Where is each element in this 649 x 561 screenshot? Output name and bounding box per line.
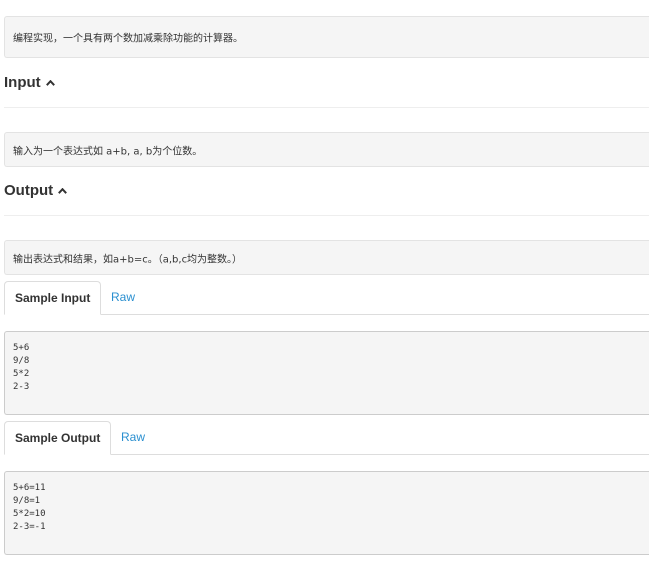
sample-input-line: 5+6 — [13, 343, 30, 353]
sample-input-line: 5*2 — [13, 369, 30, 379]
input-divider — [4, 107, 649, 108]
output-description-text: 输出表达式和结果，如a+b=c。（a,b,c均为整数。） — [13, 254, 243, 265]
tab-sample-input[interactable]: Sample Input — [4, 281, 102, 315]
output-divider — [4, 215, 649, 216]
input-description-box: 输入为一个表达式如 a+b, a, b为个位数。 — [4, 132, 649, 167]
tab-sample-input-raw[interactable]: Raw — [111, 281, 135, 315]
input-description-text: 输入为一个表达式如 a+b, a, b为个位数。 — [13, 146, 203, 157]
sample-input-line: 9/8 — [13, 356, 30, 366]
caret-up-icon[interactable] — [58, 181, 68, 198]
problem-page: 编程实现，一个具有两个数加减乘除功能的计算器。 Input 输入为一个表达式如 … — [0, 0, 649, 561]
sample-output-tabs: Sample Output Raw — [4, 421, 649, 455]
tab-sample-output-raw[interactable]: Raw — [121, 421, 145, 455]
output-heading-label: Output — [4, 182, 54, 199]
output-heading[interactable]: Output — [4, 181, 68, 200]
sample-output-line: 2-3=-1 — [13, 522, 46, 532]
sample-output-line: 5*2=10 — [13, 509, 46, 519]
output-description-box: 输出表达式和结果，如a+b=c。（a,b,c均为整数。） — [4, 240, 649, 275]
caret-up-icon[interactable] — [45, 73, 55, 90]
input-heading-label: Input — [4, 74, 41, 91]
input-heading[interactable]: Input — [4, 74, 55, 92]
sample-input-line: 2-3 — [13, 382, 30, 392]
tab-sample-output[interactable]: Sample Output — [4, 421, 112, 455]
sample-input-tabs: Sample Input Raw — [4, 281, 649, 315]
sample-input-code: 5+6 9/8 5*2 2-3 — [4, 331, 649, 415]
sample-output-line: 9/8=1 — [13, 496, 41, 506]
sample-output-line: 5+6=11 — [13, 483, 46, 493]
description-box: 编程实现，一个具有两个数加减乘除功能的计算器。 — [4, 16, 649, 58]
description-text: 编程实现，一个具有两个数加减乘除功能的计算器。 — [13, 33, 243, 45]
sample-output-code: 5+6=11 9/8=1 5*2=10 2-3=-1 — [4, 471, 649, 555]
